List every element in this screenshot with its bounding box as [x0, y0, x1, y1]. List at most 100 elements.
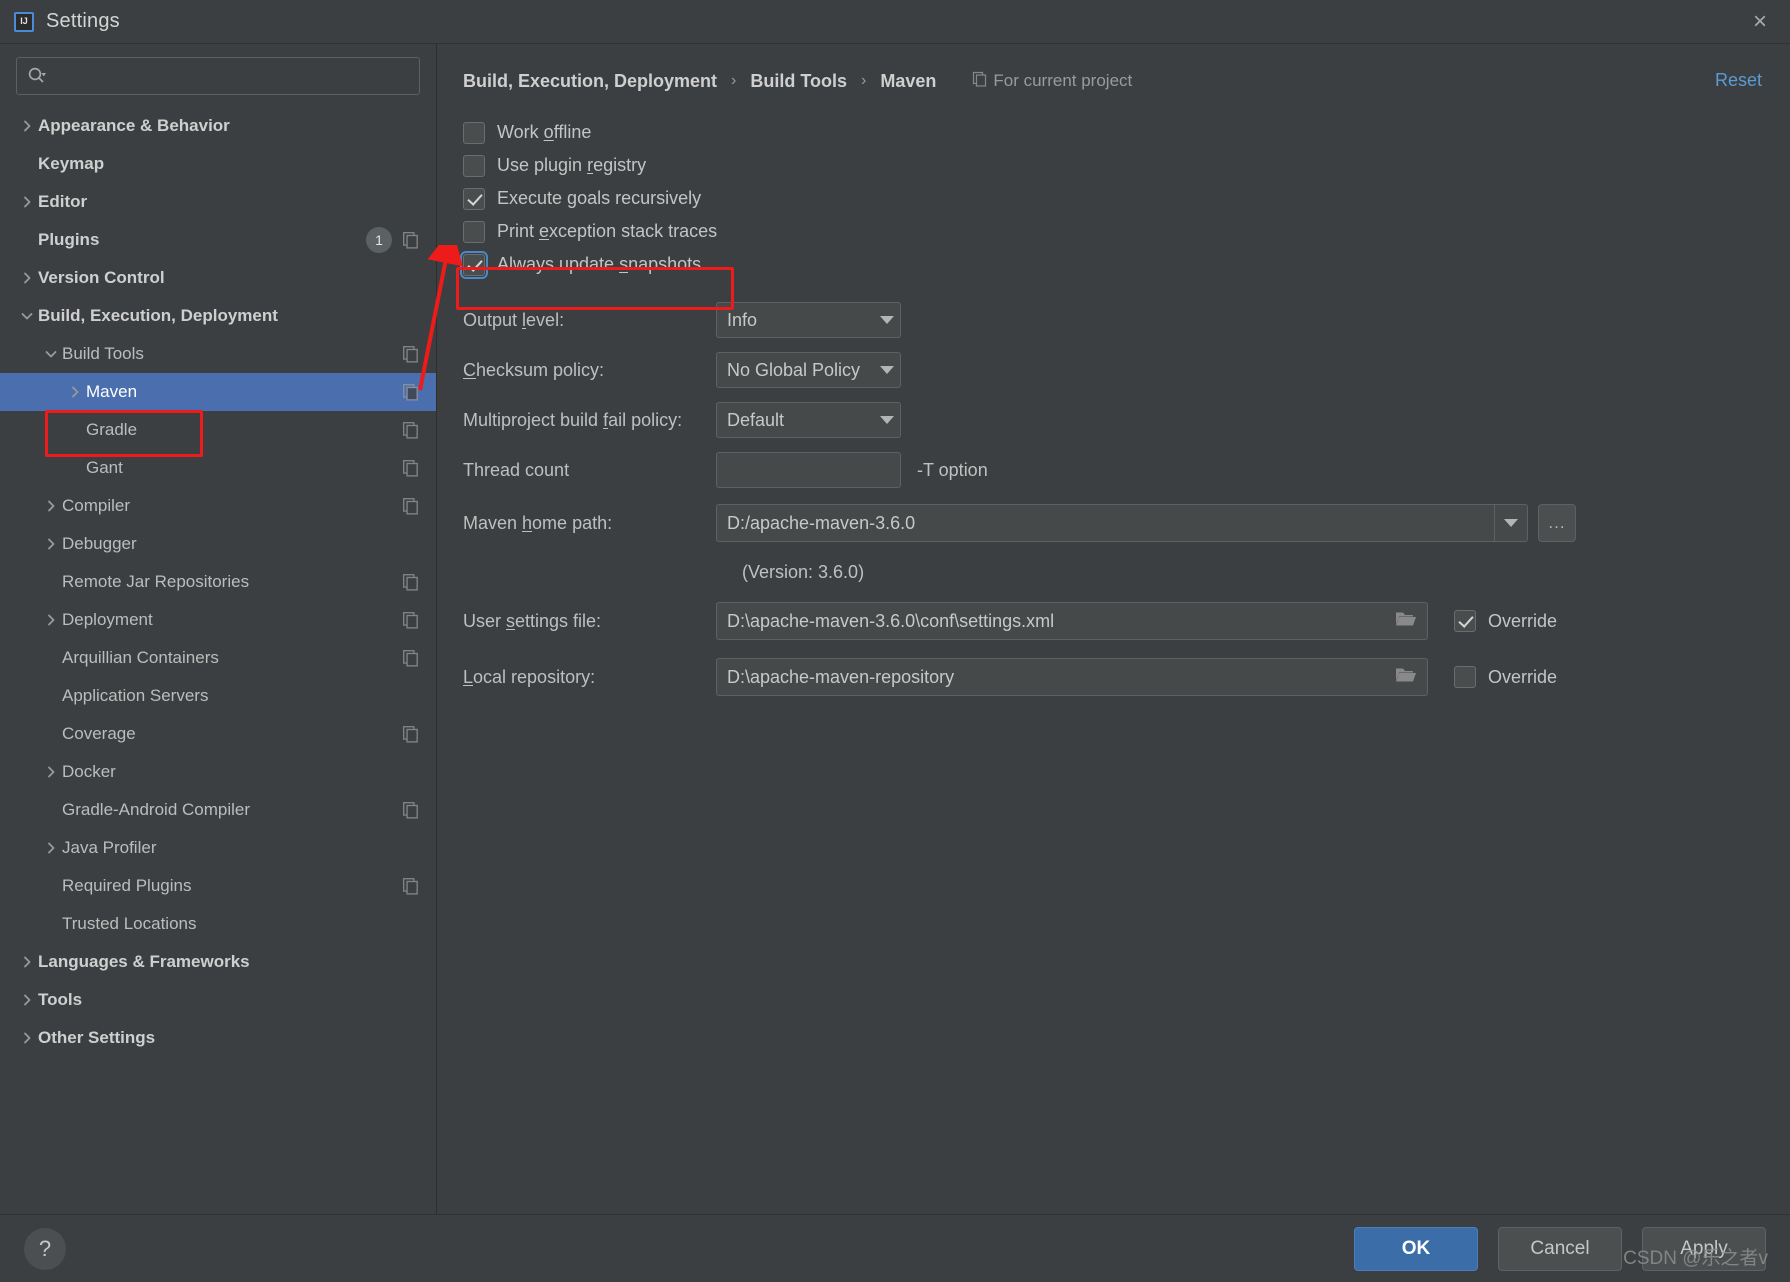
local-repository-input[interactable]: D:\apache-maven-repository [716, 658, 1428, 696]
checksum-policy-dropdown[interactable]: No Global Policy [716, 352, 901, 388]
breadcrumb-item-build-tools[interactable]: Build Tools [750, 71, 847, 92]
help-button[interactable]: ? [24, 1227, 66, 1270]
sidebar-item-maven[interactable]: Maven [0, 373, 436, 411]
user-settings-file-input[interactable]: D:\apache-maven-3.6.0\conf\settings.xml [716, 602, 1428, 640]
close-icon[interactable]: × [1746, 8, 1774, 36]
user-settings-override-label: Override [1488, 610, 1558, 631]
search-box[interactable] [16, 57, 420, 95]
chevron-right-icon[interactable] [16, 196, 38, 208]
copy-settings-icon [402, 383, 420, 401]
checkbox-work-offline[interactable] [463, 121, 485, 144]
chevron-right-icon[interactable] [40, 500, 62, 512]
sidebar-item-coverage[interactable]: Coverage [0, 715, 436, 753]
sidebar-item-debugger[interactable]: Debugger [0, 525, 436, 563]
chevron-right-icon[interactable] [40, 842, 62, 854]
sidebar-item-build-tools[interactable]: Build Tools [0, 335, 436, 373]
checkbox-print-exception-stack-traces[interactable] [463, 220, 485, 243]
sidebar-item-label: Docker [62, 762, 116, 781]
sidebar-item-badge: 1 [366, 227, 392, 253]
chevron-down-icon [880, 316, 894, 324]
checkbox-label: Work offline [497, 122, 592, 142]
chevron-right-icon[interactable] [40, 538, 62, 550]
sidebar-item-keymap[interactable]: Keymap [0, 145, 436, 183]
sidebar-item-gradle-android-compiler[interactable]: Gradle-Android Compiler [0, 791, 436, 829]
thread-count-input[interactable] [716, 452, 901, 488]
maven-version-note: (Version: 3.6.0) [742, 561, 865, 582]
intellij-logo-icon: IJ [14, 11, 34, 32]
output-level-dropdown[interactable]: Info [716, 302, 901, 338]
checkbox-row-execute-goals-recursively[interactable]: Execute goals recursively [463, 182, 1790, 215]
maven-home-path-dropdown-button[interactable] [1494, 504, 1528, 542]
sidebar-item-docker[interactable]: Docker [0, 753, 436, 791]
sidebar-item-label: Remote Jar Repositories [62, 572, 250, 591]
breadcrumb-item-maven[interactable]: Maven [880, 71, 936, 92]
copy-settings-icon [402, 801, 420, 819]
dialog-body: Appearance & Behavior Keymap Editor Plugins… [0, 44, 1790, 1282]
user-settings-override-checkbox[interactable] [1454, 610, 1476, 632]
maven-home-path-input[interactable]: D:/apache-maven-3.6.0 [716, 504, 1494, 542]
row-checksum-policy: Checksum policy: No Global Policy [463, 345, 1790, 395]
user-settings-file-value: D:\apache-maven-3.6.0\conf\settings.xml [727, 610, 1055, 631]
cancel-button[interactable]: Cancel [1498, 1226, 1622, 1271]
chevron-right-icon[interactable] [40, 614, 62, 626]
folder-icon[interactable] [1395, 610, 1417, 633]
local-repository-override-checkbox[interactable] [1454, 666, 1476, 688]
ok-button[interactable]: OK [1354, 1226, 1478, 1271]
chevron-right-icon[interactable] [16, 1032, 38, 1044]
checkbox-use-plugin-registry[interactable] [463, 154, 485, 177]
chevron-right-icon[interactable] [16, 956, 38, 968]
chevron-down-icon[interactable] [16, 310, 38, 322]
sidebar-item-required-plugins[interactable]: Required Plugins [0, 867, 436, 905]
sidebar-item-plugins[interactable]: Plugins 1 [0, 221, 436, 259]
sidebar-item-languages-frameworks[interactable]: Languages & Frameworks [0, 943, 436, 981]
checkbox-always-update-snapshots[interactable] [460, 250, 488, 279]
breadcrumb-item-build-execution-deployment[interactable]: Build, Execution, Deployment [463, 71, 717, 92]
sidebar-item-label: Appearance & Behavior [38, 116, 230, 135]
sidebar-item-deployment[interactable]: Deployment [0, 601, 436, 639]
checkbox-row-print-exception-stack-traces[interactable]: Print exception stack traces [463, 215, 1790, 248]
chevron-right-icon[interactable] [16, 272, 38, 284]
sidebar-item-other-settings[interactable]: Other Settings [0, 1019, 436, 1057]
copy-settings-icon [402, 345, 420, 363]
apply-button[interactable]: Apply [1642, 1226, 1766, 1271]
sidebar-item-gant[interactable]: Gant [0, 449, 436, 487]
checkbox-execute-goals-recursively[interactable] [463, 187, 485, 210]
multiproject-fail-policy-dropdown[interactable]: Default [716, 402, 901, 438]
title-bar: IJ Settings × [0, 0, 1790, 44]
sidebar-item-application-servers[interactable]: Application Servers [0, 677, 436, 715]
chevron-right-icon[interactable] [64, 386, 86, 398]
chevron-right-icon[interactable] [40, 766, 62, 778]
sidebar-item-tools[interactable]: Tools [0, 981, 436, 1019]
reset-link[interactable]: Reset [1715, 70, 1762, 91]
thread-count-label: Thread count [463, 459, 570, 480]
checkbox-row-use-plugin-registry[interactable]: Use plugin registry [463, 149, 1790, 182]
sidebar-item-version-control[interactable]: Version Control [0, 259, 436, 297]
checkbox-row-always-update-snapshots[interactable]: Always update snapshots [460, 248, 1790, 281]
main-panel: Build, Execution, Deployment › Build Too… [437, 44, 1790, 1214]
chevron-right-icon[interactable] [16, 120, 38, 132]
copy-settings-icon [402, 231, 420, 249]
maven-home-path-browse-button[interactable]: ... [1538, 504, 1576, 542]
sidebar-item-java-profiler[interactable]: Java Profiler [0, 829, 436, 867]
sidebar-item-label: Tools [38, 990, 83, 1009]
window-title: Settings [46, 10, 120, 32]
search-icon [27, 65, 49, 87]
folder-icon[interactable] [1395, 666, 1417, 689]
sidebar-item-label: Application Servers [62, 686, 209, 705]
sidebar-item-compiler[interactable]: Compiler [0, 487, 436, 525]
copy-settings-icon [402, 877, 420, 895]
chevron-right-icon[interactable] [16, 994, 38, 1006]
sidebar-item-appearance-behavior[interactable]: Appearance & Behavior [0, 107, 436, 145]
sidebar-item-trusted-locations[interactable]: Trusted Locations [0, 905, 436, 943]
search-input[interactable] [55, 67, 409, 85]
sidebar-item-build-execution-deployment[interactable]: Build, Execution, Deployment [0, 297, 436, 335]
local-repository-override-control[interactable]: Override [1454, 666, 1557, 688]
user-settings-override-control[interactable]: Override [1454, 610, 1557, 632]
chevron-down-icon[interactable] [40, 348, 62, 360]
sidebar-item-editor[interactable]: Editor [0, 183, 436, 221]
checkbox-row-work-offline[interactable]: Work offline [463, 116, 1790, 149]
sidebar-item-arquillian-containers[interactable]: Arquillian Containers [0, 639, 436, 677]
sidebar-item-remote-jar-repositories[interactable]: Remote Jar Repositories [0, 563, 436, 601]
sidebar-item-gradle[interactable]: Gradle [0, 411, 436, 449]
chevron-down-icon [880, 416, 894, 424]
